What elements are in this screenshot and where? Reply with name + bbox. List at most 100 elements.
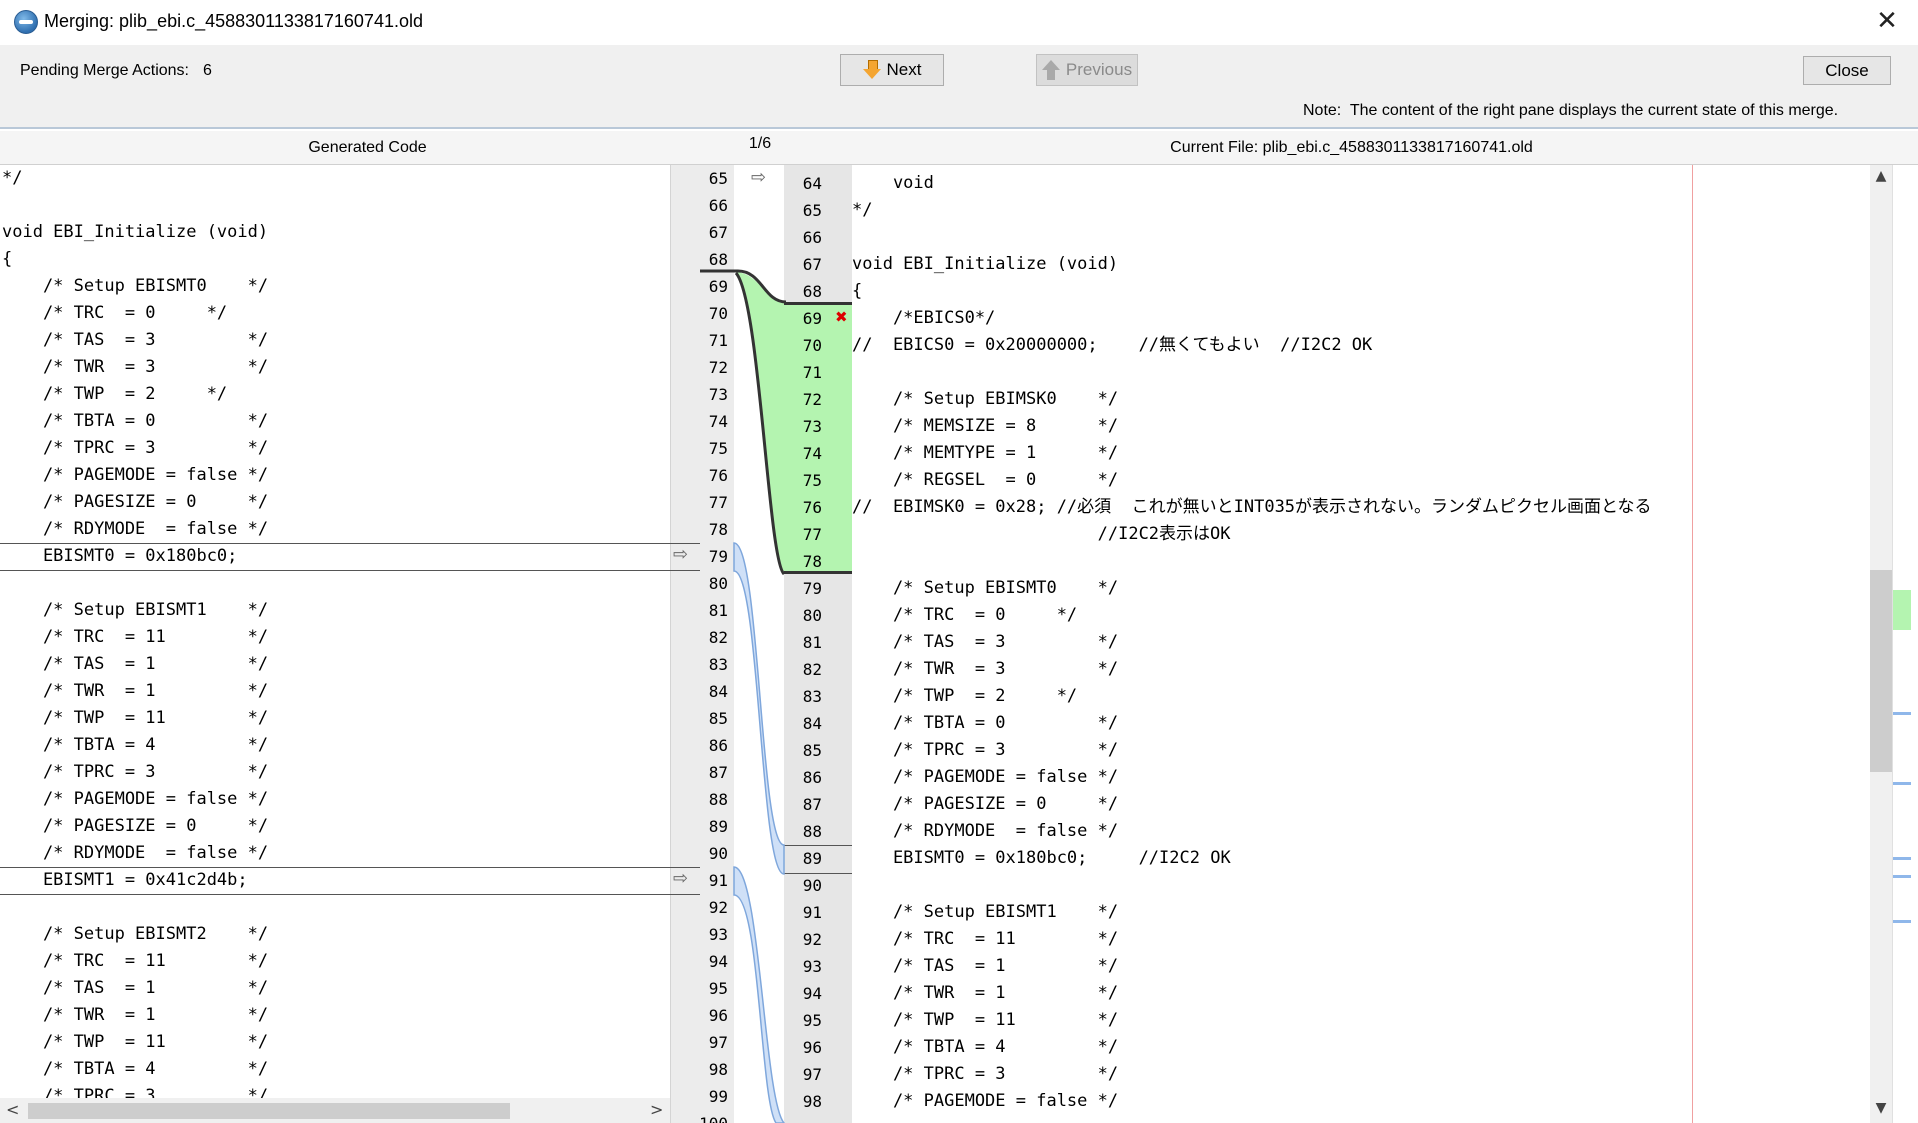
merge-note: Note: The content of the right pane disp…	[1303, 102, 1839, 119]
code-line: /* TAS = 1 */	[852, 956, 1119, 976]
code-line: /* TRC = 11 */	[852, 929, 1119, 949]
line-number: 98	[802, 1092, 822, 1111]
line-number: 66	[802, 228, 822, 247]
line-number: 94	[802, 984, 822, 1003]
line-number: 81	[802, 633, 822, 652]
line-number: 67	[708, 223, 728, 242]
line-number: 97	[708, 1033, 728, 1052]
code-line: /* PAGEMODE = false */	[852, 767, 1119, 787]
line-number: 96	[708, 1006, 728, 1025]
line-number: 78	[708, 520, 728, 539]
code-line: /* TBTA = 4 */	[852, 1037, 1119, 1057]
code-line: // EBIMSK0 = 0x28; //必須 これが無いとINT035が表示さ…	[852, 497, 1652, 517]
scroll-right-icon[interactable]: >	[650, 1100, 663, 1119]
line-number: 68	[802, 282, 822, 301]
line-number: 94	[708, 952, 728, 971]
line-number: 86	[802, 768, 822, 787]
line-number: 69	[802, 309, 822, 328]
line-number: 100	[678, 1110, 728, 1123]
close-button-label: Close	[1825, 60, 1869, 80]
line-number: 87	[802, 795, 822, 814]
line-number: 76	[802, 498, 822, 517]
scroll-down-icon[interactable]: ▼	[1870, 1100, 1892, 1120]
line-number: 83	[802, 687, 822, 706]
code-line: /* TWR = 1 */	[2, 681, 269, 701]
vertical-scroll-thumb[interactable]	[1870, 570, 1892, 772]
code-line: /* MEMSIZE = 8 */	[852, 416, 1119, 436]
line-number: 72	[708, 358, 728, 377]
code-line: {	[2, 249, 13, 269]
change-overview-ruler[interactable]	[1892, 165, 1918, 1123]
code-line: /* PAGESIZE = 0 */	[2, 492, 269, 512]
window-close-icon[interactable]: ✕	[1870, 6, 1904, 38]
code-line: /* RDYMODE = false */	[2, 519, 269, 539]
line-number: 71	[802, 363, 822, 382]
line-number: 98	[708, 1060, 728, 1079]
line-number: 72	[802, 390, 822, 409]
current-file-header: Current File: plib_ebi.c_458830113381716…	[785, 131, 1918, 165]
previous-button-label: Previous	[1065, 60, 1133, 79]
margin-guide-line	[1692, 165, 1693, 1123]
scroll-left-icon[interactable]: <	[6, 1100, 19, 1119]
line-number: 67	[802, 255, 822, 274]
code-line: /* Setup EBISMT0 */	[2, 276, 269, 296]
title-bar: Merging: plib_ebi.c_4588301133817160741.…	[0, 0, 1918, 45]
merge-arrow-icon[interactable]: ⇨	[673, 868, 688, 889]
line-number: 80	[802, 606, 822, 625]
line-number: 82	[708, 628, 728, 647]
line-number: 93	[708, 925, 728, 944]
line-number: 66	[708, 196, 728, 215]
code-line: /* TBTA = 4 */	[2, 735, 269, 755]
line-number: 70	[802, 336, 822, 355]
line-number: 70	[708, 304, 728, 323]
code-line: /* TAS = 1 */	[2, 978, 269, 998]
code-line: /* MEMTYPE = 1 */	[852, 443, 1119, 463]
next-button[interactable]: Next	[840, 54, 944, 86]
line-number: 90	[802, 876, 822, 895]
merge-arrow-icon[interactable]: ⇨	[673, 544, 688, 565]
line-number: 87	[708, 763, 728, 782]
error-marker-icon[interactable]: ✖	[835, 310, 849, 325]
code-line: /* PAGEMODE = false */	[2, 465, 269, 485]
generated-code-header: Generated Code	[0, 131, 735, 165]
line-number: 81	[708, 601, 728, 620]
code-line: /* TAS = 3 */	[2, 330, 269, 350]
app-icon	[14, 10, 38, 34]
code-line: /* TRC = 0 */	[852, 605, 1078, 625]
line-number: 75	[802, 471, 822, 490]
previous-button[interactable]: Previous	[1036, 54, 1138, 86]
merge-arrow-icon[interactable]: ⇨	[751, 167, 766, 188]
code-line: /* Setup EBISMT2 */	[2, 924, 269, 944]
generated-code-pane[interactable]: */ void EBI_Initialize (void) { /* Setup E…	[0, 165, 670, 1098]
current-file-pane[interactable]: void */ void EBI_Initialize (void) { /*EBIC…	[852, 165, 1870, 1123]
code-line: /* Setup EBIMSK0 */	[852, 389, 1119, 409]
code-line: /* TWP = 11 */	[2, 1032, 269, 1052]
code-line: /* PAGEMODE = false */	[852, 1091, 1119, 1111]
code-line: /* TWR = 3 */	[852, 659, 1119, 679]
code-line: /* TWR = 3 */	[2, 357, 269, 377]
line-number: 85	[708, 709, 728, 728]
code-line: /* RDYMODE = false */	[852, 821, 1119, 841]
line-number: 84	[708, 682, 728, 701]
line-number: 78	[802, 552, 822, 571]
scroll-up-icon[interactable]: ▲	[1870, 168, 1892, 188]
code-line: void	[852, 173, 934, 193]
code-line: /* TRC = 0 */	[2, 303, 228, 323]
changed-line-box	[0, 543, 700, 571]
line-number: 89	[708, 817, 728, 836]
line-number: 83	[708, 655, 728, 674]
line-number: 73	[708, 385, 728, 404]
line-number: 92	[802, 930, 822, 949]
close-button[interactable]: Close	[1803, 56, 1891, 85]
horizontal-scroll-thumb[interactable]	[28, 1103, 510, 1119]
line-number: 74	[708, 412, 728, 431]
line-number: 68	[708, 250, 728, 269]
line-number: 99	[708, 1087, 728, 1106]
line-number: 96	[802, 1038, 822, 1057]
line-number: 85	[802, 741, 822, 760]
